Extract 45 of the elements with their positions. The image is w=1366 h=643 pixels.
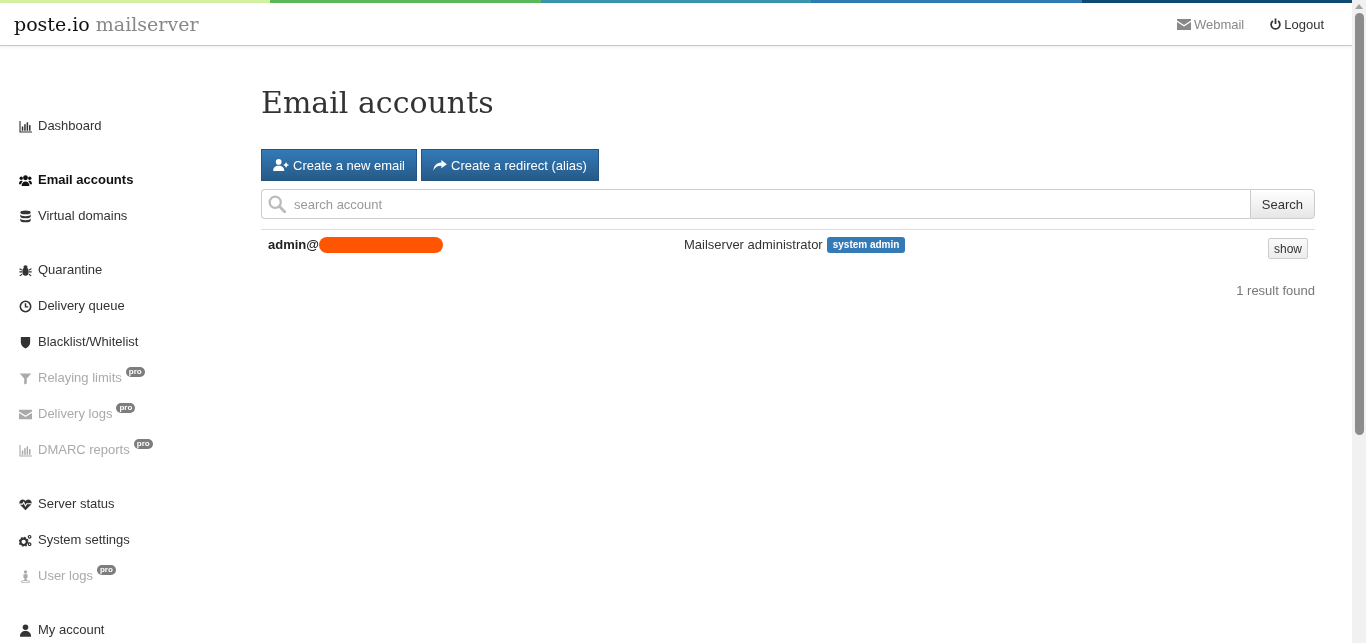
clock-icon [19,299,32,313]
shield-icon [19,335,32,349]
create-email-button[interactable]: Create a new email [261,149,417,181]
pro-badge: pro [133,439,153,449]
logout-link[interactable]: Logout [1270,16,1324,32]
sidebar-link[interactable]: System settings [19,530,130,550]
sidebar-link[interactable]: Quarantine [19,260,103,280]
sidebar-link[interactable]: Virtual domains [19,206,128,226]
gears-icon [19,533,32,547]
sidebar-link[interactable]: Dashboard [19,116,102,136]
sidebar-link[interactable]: Blacklist/Whitelist [19,332,139,352]
pro-badge: pro [116,403,136,413]
redirect-arrow-icon [433,159,447,171]
bar-chart-icon [19,443,32,457]
webmail-link[interactable]: Webmail [1176,16,1245,32]
bar-chart-icon [19,119,32,133]
page-title: Email accounts [261,86,494,120]
bug-icon [19,263,32,277]
envelope-icon [1176,18,1191,30]
pro-badge: pro [125,367,145,377]
sidebar-link[interactable]: Delivery queue [19,296,125,316]
create-redirect-button[interactable]: Create a redirect (alias) [421,149,599,181]
funnel-icon [19,371,32,385]
result-count: 1 result found [1236,283,1315,298]
search-button[interactable]: Search [1249,189,1315,219]
show-button[interactable]: show [1268,238,1308,259]
role-badge: system admin [826,237,906,253]
power-icon [1270,18,1282,30]
logo[interactable]: poste.io mailserver [14,13,199,35]
sidebar-link[interactable]: My account [19,620,105,640]
pro-badge: pro [96,565,116,575]
person-icon [19,569,32,583]
add-user-icon [273,159,289,171]
scrollbar[interactable] [1352,0,1366,643]
search-icon [268,195,286,213]
search-field[interactable]: search account [261,189,1250,219]
envelope-icon [19,407,32,421]
database-icon [19,209,32,223]
account-email: admin@ [268,237,319,253]
heartbeat-icon [19,497,32,511]
sidebar-link[interactable]: Email accounts [19,170,134,190]
users-icon [19,173,32,187]
user-icon [19,623,32,637]
account-name: Mailserver administrator [684,237,823,253]
sidebar-link[interactable]: Server status [19,494,115,514]
